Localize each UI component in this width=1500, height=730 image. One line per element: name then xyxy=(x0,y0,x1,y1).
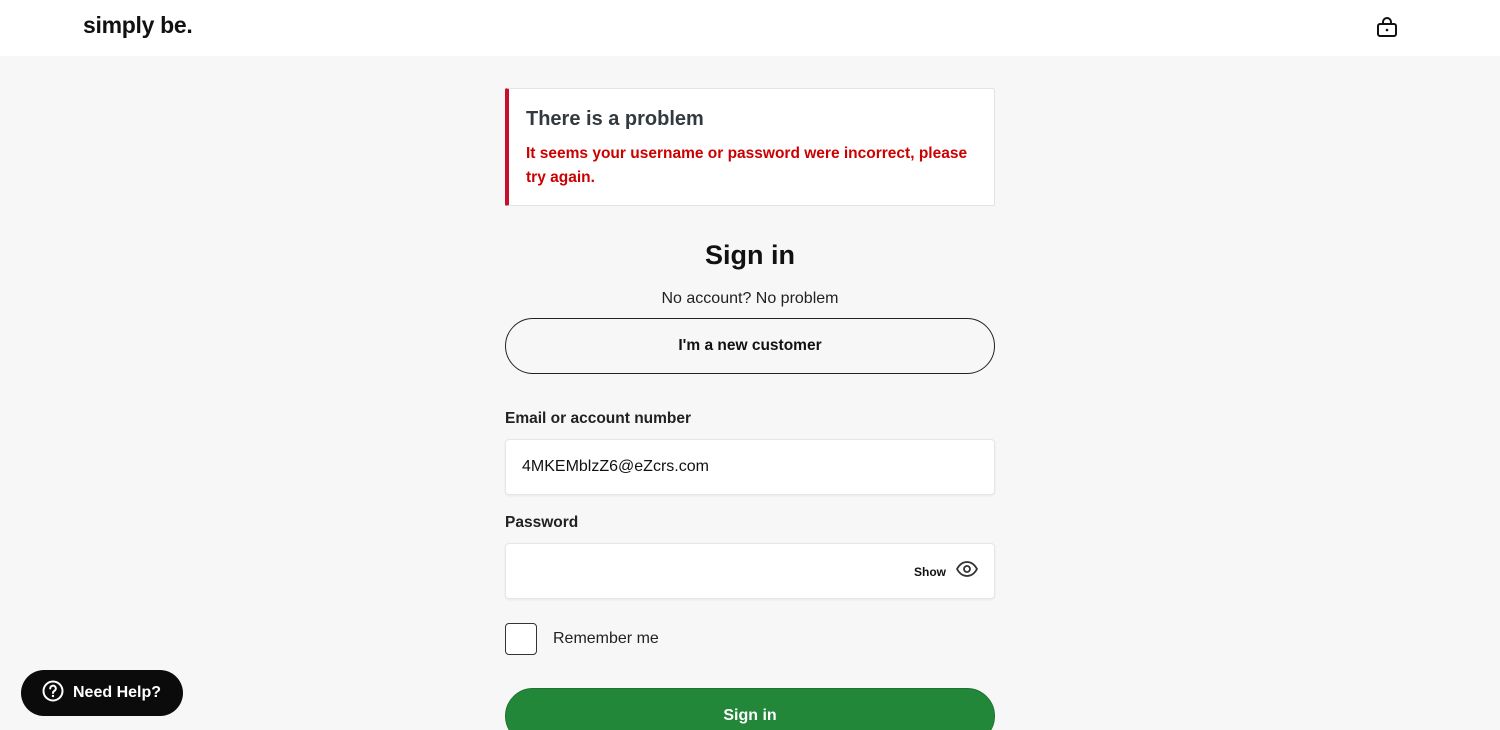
password-label: Password xyxy=(505,514,579,531)
signin-panel: There is a problem It seems your usernam… xyxy=(505,88,995,730)
need-help-button[interactable]: Need Help? xyxy=(21,670,183,716)
shopping-bag-icon[interactable] xyxy=(1376,16,1398,38)
remember-me-row: Remember me xyxy=(505,623,995,655)
show-password-toggle[interactable]: Show xyxy=(914,561,979,582)
password-field-wrapper: Show xyxy=(505,543,995,599)
email-field[interactable] xyxy=(506,440,994,494)
site-logo[interactable]: simply be. xyxy=(83,12,193,39)
question-circle-icon xyxy=(42,680,64,707)
remember-me-label[interactable]: Remember me xyxy=(553,630,659,648)
sign-in-button[interactable]: Sign in xyxy=(505,688,995,730)
need-help-label: Need Help? xyxy=(73,684,162,701)
show-password-label: Show xyxy=(914,564,946,579)
email-label: Email or account number xyxy=(505,410,692,427)
alert-title: There is a problem xyxy=(526,108,704,130)
site-header: simply be. xyxy=(0,0,1500,56)
no-account-text: No account? No problem xyxy=(661,290,839,307)
email-field-wrapper xyxy=(505,439,995,495)
remember-me-checkbox[interactable] xyxy=(505,623,537,655)
eye-icon xyxy=(955,561,979,582)
alert-message: It seems your username or password were … xyxy=(526,145,968,186)
new-customer-button[interactable]: I'm a new customer xyxy=(505,318,995,374)
page-title: Sign in xyxy=(705,240,795,270)
error-alert: There is a problem It seems your usernam… xyxy=(505,88,995,206)
